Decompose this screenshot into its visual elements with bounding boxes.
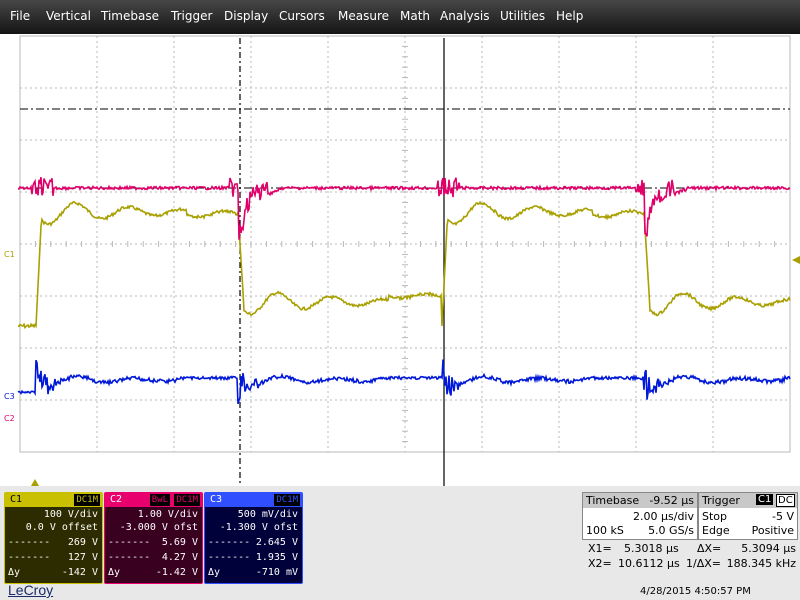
channel-c1-r2: 127 V: [67, 552, 98, 563]
channel-c2-vdiv: 1.00 V/div: [137, 509, 198, 520]
channel-c3-dy-label: Δy: [208, 567, 221, 578]
channel-c2-offset: -3.000 V ofst: [119, 522, 198, 533]
trace-c3: [17, 359, 791, 405]
channel-c3-r2: 1.935 V: [255, 552, 298, 563]
channel-c3-vdiv: 500 mV/div: [237, 509, 298, 520]
cursor-dx-label: ΔX=: [697, 542, 722, 555]
menu-analysis[interactable]: Analysis: [440, 9, 489, 23]
trigger-mode: Stop: [702, 510, 728, 523]
channel-c1-box[interactable]: C1 DC1M 100 V/div 0.0 V offset ------- 26…: [4, 492, 103, 584]
menu-utilities[interactable]: Utilities: [500, 9, 545, 23]
channel-c2-dy-label: Δy: [108, 567, 121, 578]
channel-c2-bwl: BwL: [149, 494, 170, 506]
trigger-label: Trigger: [702, 494, 740, 507]
menu-measure[interactable]: Measure: [338, 9, 389, 23]
trigger-level: -5 V: [772, 510, 794, 523]
menu-trigger[interactable]: Trigger: [171, 9, 212, 23]
cursor-inv-label: 1/ΔX=: [686, 557, 721, 570]
menu-cursors[interactable]: Cursors: [279, 9, 325, 23]
channel-c2-box[interactable]: C2 BwL DC1M 1.00 V/div -3.000 V ofst ---…: [104, 492, 203, 584]
menu-math[interactable]: Math: [400, 9, 430, 23]
cursor-x2-label: X2=: [588, 557, 612, 570]
menu-help[interactable]: Help: [556, 9, 583, 23]
channel-c2-dy: -1.42 V: [155, 567, 198, 578]
menu-file[interactable]: File: [10, 9, 30, 23]
c3-ground-marker[interactable]: C3: [4, 392, 15, 401]
channel-c2-r1-label: -------: [108, 537, 151, 548]
channel-c3-coupling: DC1M: [274, 494, 300, 506]
waveform-grid: [17, 35, 800, 486]
timebase-label: Timebase: [586, 494, 640, 507]
menu-bar: File Vertical Timebase Trigger Display C…: [0, 0, 800, 34]
menu-vertical[interactable]: Vertical: [46, 9, 91, 23]
trigger-slope: Positive: [751, 524, 794, 537]
trigger-type: Edge: [702, 524, 730, 537]
trigger-position-marker[interactable]: [31, 479, 39, 486]
channel-c1-r2-label: -------: [8, 552, 51, 563]
channel-c3-box[interactable]: C3 DC1M 500 mV/div -1.300 V ofst -------…: [204, 492, 303, 584]
channel-c1-vdiv: 100 V/div: [43, 509, 98, 520]
cursor-dx: 5.3094 µs: [741, 542, 796, 555]
channel-c1-dy: -142 V: [61, 567, 98, 578]
channel-c1-offset: 0.0 V offset: [25, 522, 98, 533]
c1-ground-marker[interactable]: C1: [4, 250, 15, 259]
channel-c1-r1-label: -------: [8, 537, 51, 548]
channel-c2-label: C2: [107, 494, 126, 506]
channel-c1-coupling: DC1M: [74, 494, 100, 506]
trigger-source: C1: [756, 494, 774, 505]
timebase-rate: 5.0 GS/s: [648, 524, 694, 537]
channel-c1-dy-label: Δy: [8, 567, 21, 578]
timebase-delay: -9.52 µs: [649, 494, 694, 507]
menu-timebase[interactable]: Timebase: [101, 9, 159, 23]
channel-c2-r2-label: -------: [108, 552, 151, 563]
channel-c2-r2: 4.27 V: [161, 552, 198, 563]
channel-c3-r1: 2.645 V: [255, 537, 298, 548]
timebase-div: 2.00 µs/div: [633, 510, 694, 523]
lecroy-logo: LeCroy: [8, 582, 54, 598]
timebase-samples: 100 kS: [586, 524, 624, 537]
channel-c3-dy: -710 mV: [255, 567, 298, 578]
cursor-readout: X1= 5.3018 µs ΔX= 5.3094 µs X2= 10.6112 …: [582, 541, 798, 571]
channel-c3-offset: -1.300 V ofst: [219, 522, 298, 533]
cursor-x2: 10.6112 µs: [618, 557, 680, 570]
cursor-x1: 5.3018 µs: [624, 542, 679, 555]
timebase-box[interactable]: Timebase -9.52 µs 2.00 µs/div 100 kS 5.0…: [582, 492, 698, 540]
channel-c2-r1: 5.69 V: [161, 537, 198, 548]
channel-c2-coupling: DC1M: [174, 494, 200, 506]
waveform-display[interactable]: C1 C3 C2: [0, 34, 800, 486]
date-time: 4/28/2015 4:50:57 PM: [640, 586, 751, 597]
cursor-inv: 188.345 kHz: [726, 557, 796, 570]
channel-c3-r2-label: -------: [208, 552, 251, 563]
channel-c3-label: C3: [207, 494, 226, 506]
channel-c1-label: C1: [7, 494, 26, 506]
trigger-coupling: DC: [776, 494, 795, 507]
channel-c1-r1: 269 V: [67, 537, 98, 548]
trigger-level-marker[interactable]: [792, 256, 800, 264]
channel-c3-r1-label: -------: [208, 537, 251, 548]
cursor-x1-label: X1=: [588, 542, 612, 555]
trigger-box[interactable]: Trigger C1 DC Stop -5 V Edge Positive: [698, 492, 798, 540]
c2-ground-marker[interactable]: C2: [4, 414, 15, 423]
menu-display[interactable]: Display: [224, 9, 268, 23]
